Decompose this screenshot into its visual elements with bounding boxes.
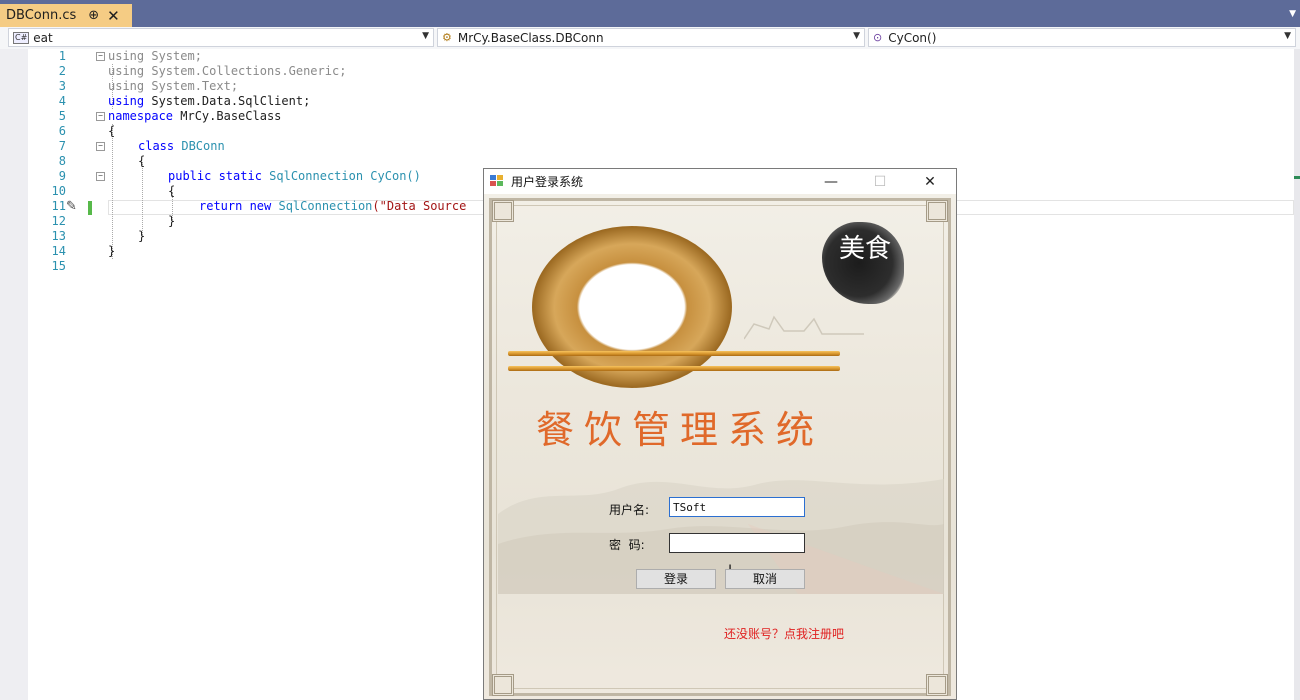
username-label: 用户名: [609, 503, 650, 517]
code-text: System.Text; [144, 79, 239, 93]
member-dropdown[interactable]: ⊙ CyCon() ▼ [868, 28, 1296, 47]
chevron-down-icon: ▼ [853, 31, 860, 41]
line-number: 2 [58, 64, 66, 78]
line-number: 14 [51, 244, 66, 258]
project-dropdown[interactable]: C# eat ▼ [8, 28, 434, 47]
csharp-project-icon: C# [13, 31, 30, 44]
type-name: SqlConnection [261, 169, 364, 183]
method-icon: ⊙ [873, 31, 883, 44]
app-icon [490, 175, 505, 188]
line-number: 7 [58, 139, 66, 153]
chevron-down-icon: ▼ [1284, 31, 1291, 41]
navigation-bar: C# eat ▼ ⚙ MrCy.BaseClass.DBConn ▼ ⊙ CyC… [0, 27, 1300, 50]
frame-corner [926, 200, 948, 222]
frame-corner [492, 200, 514, 222]
keyword: class [138, 139, 175, 153]
code-text: } [138, 229, 146, 243]
line-number: 15 [51, 259, 66, 273]
keyword: namespace [108, 109, 174, 123]
password-input[interactable] [669, 533, 805, 553]
line-number: 13 [51, 229, 66, 243]
class-dropdown-value: MrCy.BaseClass.DBConn [457, 30, 604, 45]
login-dialog: 用户登录系统 — ☐ ✕ 美食 餐饮管理系统 用户名: 密 码: I 登录 [483, 168, 957, 700]
string-literal: ("Data Source [372, 199, 467, 213]
steam-lines [744, 315, 864, 340]
close-button[interactable]: ✕ [906, 169, 954, 194]
method-name: CyCon() [363, 169, 421, 183]
pin-icon[interactable]: ⊕ [88, 8, 99, 23]
tab-dbconn[interactable]: DBConn.cs ⊕ ✕ [0, 4, 132, 27]
frame-corner [492, 674, 514, 696]
line-number: 6 [58, 124, 66, 138]
cancel-button[interactable]: 取消 [725, 569, 805, 589]
close-tab-icon[interactable]: ✕ [107, 7, 120, 25]
dialog-title: 用户登录系统 [511, 175, 584, 189]
type-name: DBConn [174, 139, 225, 153]
maximize-button[interactable]: ☐ [856, 169, 904, 194]
line-number: 8 [58, 154, 66, 168]
collapse-icon[interactable]: − [96, 172, 105, 181]
system-title: 餐饮管理系统 [536, 408, 825, 452]
tab-overflow-icon[interactable]: ▼ [1289, 9, 1296, 19]
code-text: { [108, 124, 116, 138]
code-text: MrCy.BaseClass [173, 109, 282, 123]
keyword: using [108, 79, 145, 93]
code-text: } [108, 244, 116, 258]
keyword: using [108, 64, 145, 78]
dialog-client-area: 美食 餐饮管理系统 用户名: 密 码: I 登录 取消 还没账号？点我注册吧 [484, 194, 956, 699]
code-text: { [138, 154, 146, 168]
collapse-icon[interactable]: − [96, 52, 105, 61]
tab-filename: DBConn.cs [6, 8, 77, 23]
keyword: using [108, 49, 145, 63]
decorative-plate [532, 226, 732, 388]
username-input[interactable] [669, 497, 805, 517]
code-text: System.Data.SqlClient; [144, 94, 311, 108]
line-number: 10 [51, 184, 66, 198]
keyword: public static [168, 169, 262, 183]
code-text: { [168, 184, 176, 198]
document-tabstrip: DBConn.cs ⊕ ✕ ▼ [0, 0, 1300, 27]
login-button[interactable]: 登录 [636, 569, 716, 589]
collapse-icon[interactable]: − [96, 112, 105, 121]
code-text: System.Collections.Generic; [144, 64, 347, 78]
register-link[interactable]: 还没账号？点我注册吧 [724, 625, 844, 642]
line-number: 11 [51, 199, 66, 213]
mountain-painting [498, 479, 944, 594]
seal-text: 美食 [839, 234, 892, 264]
change-marker [1294, 176, 1300, 179]
password-label: 密 码: [609, 538, 645, 552]
code-text: } [168, 214, 176, 228]
keyword: return new [199, 199, 272, 213]
frame-corner [926, 674, 948, 696]
editor-margin [0, 49, 28, 700]
line-number: 5 [58, 109, 66, 123]
chevron-down-icon: ▼ [422, 31, 429, 41]
line-number: 9 [58, 169, 66, 183]
chopstick [508, 366, 840, 371]
collapse-icon[interactable]: − [96, 142, 105, 151]
line-number: 4 [58, 94, 66, 108]
minimize-button[interactable]: — [807, 169, 855, 194]
dialog-titlebar[interactable]: 用户登录系统 — ☐ ✕ [484, 169, 956, 194]
line-number: 1 [58, 49, 66, 63]
type-name: SqlConnection [271, 199, 373, 213]
line-number: 3 [58, 79, 66, 93]
class-dropdown[interactable]: ⚙ MrCy.BaseClass.DBConn ▼ [437, 28, 865, 47]
code-text: System; [144, 49, 202, 63]
keyword: using [108, 94, 145, 108]
member-dropdown-value: CyCon() [888, 30, 937, 45]
vertical-scrollbar[interactable] [1294, 49, 1300, 700]
line-number: 12 [51, 214, 66, 228]
chopstick [508, 351, 840, 356]
project-dropdown-value: eat [33, 30, 53, 45]
class-icon: ⚙ [442, 31, 452, 44]
